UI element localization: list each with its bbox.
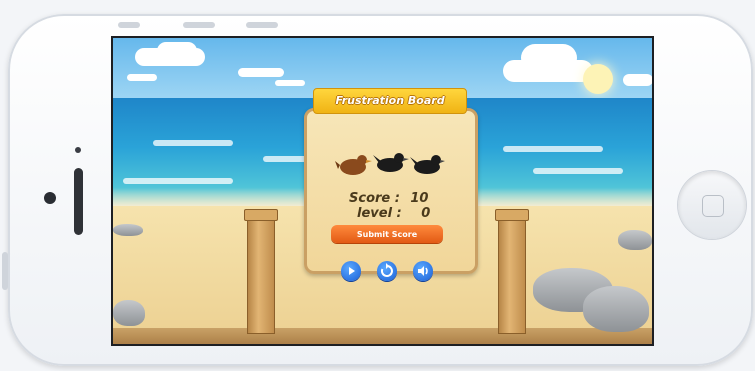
replay-icon	[380, 263, 393, 277]
black-bird-icon	[373, 153, 409, 172]
wave	[503, 146, 603, 152]
sound-button[interactable]	[413, 261, 433, 281]
power-button	[2, 252, 8, 290]
black-bird-icon	[410, 155, 445, 174]
cloud	[127, 74, 157, 81]
home-square-icon	[702, 195, 724, 217]
proximity-sensor	[75, 147, 81, 153]
level-row: level : 0	[357, 206, 430, 221]
rock	[113, 224, 143, 236]
left-post	[244, 209, 278, 334]
wave	[123, 178, 233, 184]
replay-button[interactable]	[377, 261, 397, 281]
earpiece-speaker	[74, 168, 83, 235]
rock	[583, 286, 649, 332]
volume-down-button	[246, 22, 278, 28]
level-value: 0	[421, 206, 431, 221]
wave	[533, 168, 623, 174]
rock	[618, 230, 652, 250]
home-button[interactable]	[678, 171, 746, 239]
score-value: 10	[410, 191, 429, 206]
board-title: Frustration Board	[335, 94, 445, 107]
play-button[interactable]	[341, 261, 361, 281]
sun	[583, 64, 613, 94]
cloud	[238, 68, 284, 77]
play-icon	[349, 267, 355, 275]
ground	[113, 328, 652, 344]
cloud	[157, 42, 197, 60]
game-screen[interactable]: Score : 10 level : 0 Submit Score Frustr…	[111, 36, 654, 346]
right-post	[495, 209, 529, 334]
submit-score-button[interactable]: Submit Score	[331, 225, 443, 243]
brown-bird-icon	[335, 155, 372, 175]
volume-up-button	[183, 22, 215, 28]
cloud	[275, 80, 305, 86]
sound-icon	[418, 266, 428, 276]
level-label: level :	[357, 206, 402, 221]
board-title-ribbon: Frustration Board	[303, 88, 477, 114]
mute-switch	[118, 22, 140, 28]
score-label: Score :	[349, 191, 400, 206]
frustration-board: Score : 10 level : 0 Submit Score	[304, 108, 478, 281]
birds-row	[335, 153, 445, 175]
wave	[153, 140, 233, 146]
rock	[113, 300, 145, 326]
front-camera	[44, 192, 56, 204]
score-row: Score : 10	[349, 191, 428, 206]
cloud	[521, 44, 577, 72]
cloud	[623, 74, 652, 86]
